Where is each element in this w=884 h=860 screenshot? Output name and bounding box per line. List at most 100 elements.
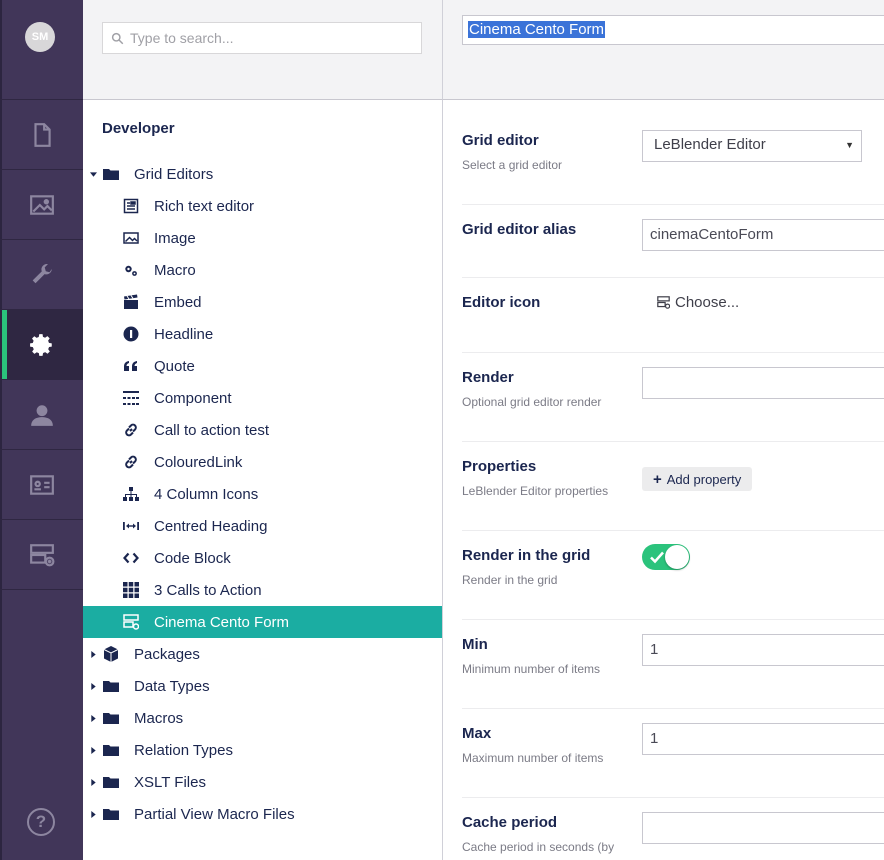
component-icon: [122, 389, 140, 407]
tree-item-label: Embed: [154, 293, 202, 311]
folder-icon: [102, 165, 120, 183]
rte-icon: [122, 197, 140, 215]
alias-input[interactable]: cinemaCentoForm: [642, 219, 884, 251]
avatar[interactable]: SM: [25, 22, 55, 52]
prop-cache-period: Cache period Cache period in seconds (by: [462, 812, 884, 860]
tree-item-cinema-cento-form[interactable]: Cinema Cento Form: [83, 606, 442, 638]
tree-item-label: Component: [154, 389, 232, 407]
section-settings[interactable]: [0, 240, 83, 309]
max-input[interactable]: 1: [642, 723, 884, 755]
tree-node-label: Data Types: [134, 677, 210, 695]
folder-icon: [102, 709, 120, 727]
help-button[interactable]: ?: [27, 808, 55, 836]
clapper-icon: [122, 293, 140, 311]
tree-node-label: Partial View Macro Files: [134, 805, 295, 823]
prop-min: Min Minimum number of items 1: [462, 634, 884, 709]
add-property-button[interactable]: + Add property: [642, 467, 753, 491]
input-value: cinemaCentoForm: [650, 226, 774, 243]
caret-right-icon[interactable]: [89, 810, 97, 818]
id-card-icon: [29, 474, 54, 495]
user-icon: [30, 404, 53, 426]
chevron-down-icon: ▼: [845, 140, 854, 150]
prop-label: Properties: [462, 458, 537, 475]
section-developer[interactable]: [0, 310, 83, 379]
tree-node-macros[interactable]: Macros: [83, 702, 442, 734]
cogs-icon: [122, 261, 140, 279]
section-users[interactable]: [0, 380, 83, 449]
width-icon: [122, 517, 140, 535]
section-rail: SM ?: [0, 0, 83, 860]
section-members[interactable]: [0, 450, 83, 519]
render-input[interactable]: [642, 367, 884, 399]
prop-grid-editor: Grid editor Select a grid editor LeBlend…: [462, 130, 884, 205]
tree-item-label: Quote: [154, 357, 195, 375]
tree-item-colouredlink[interactable]: ColouredLink: [83, 446, 442, 478]
section-forms[interactable]: [0, 520, 83, 589]
tree-node-xslt-files[interactable]: XSLT Files: [83, 766, 442, 798]
cache-period-input[interactable]: [642, 812, 884, 844]
tree-node-label: Grid Editors: [134, 165, 214, 183]
prop-description: LeBlender Editor properties: [462, 484, 609, 498]
search-input[interactable]: Type to search...: [102, 22, 422, 54]
tree-node-grid-editors[interactable]: Grid Editors: [83, 158, 442, 190]
select-value: LeBlender Editor: [654, 136, 766, 153]
tree-item-image[interactable]: Image: [83, 222, 442, 254]
caret-right-icon[interactable]: [89, 778, 97, 786]
sitemap-icon: [122, 485, 140, 503]
tree-item-label: 4 Column Icons: [154, 485, 259, 503]
prop-description: Render in the grid: [462, 573, 558, 587]
caret-right-icon[interactable]: [89, 714, 97, 722]
tree-item-quote[interactable]: Quote: [83, 350, 442, 382]
wrench-icon: [32, 263, 52, 283]
choose-icon-button[interactable]: Choose...: [657, 294, 739, 311]
min-input[interactable]: 1: [642, 634, 884, 666]
tree-item-embed[interactable]: Embed: [83, 286, 442, 318]
prop-description: Select a grid editor: [462, 158, 563, 172]
tree-item-macro[interactable]: Macro: [83, 254, 442, 286]
prop-label: Cache period: [462, 814, 558, 831]
prop-label: Grid editor: [462, 132, 539, 149]
caret-down-icon[interactable]: [89, 170, 97, 178]
tree-item-3-calls-to-action[interactable]: 3 Calls to Action: [83, 574, 442, 606]
quote-icon: [122, 357, 140, 375]
tree-item-code-block[interactable]: Code Block: [83, 542, 442, 574]
tree-item-label: Image: [154, 229, 196, 247]
caret-right-icon[interactable]: [89, 682, 97, 690]
caret-right-icon[interactable]: [89, 650, 97, 658]
tree-node-relation-types[interactable]: Relation Types: [83, 734, 442, 766]
tree-node-data-types[interactable]: Data Types: [83, 670, 442, 702]
folder-icon: [102, 677, 120, 695]
tree-item-component[interactable]: Component: [83, 382, 442, 414]
prop-description: Minimum number of items: [462, 662, 601, 676]
editor-panel: Grid editor Select a grid editor LeBlend…: [443, 100, 884, 860]
plus-icon: +: [653, 470, 662, 488]
grid-editor-select[interactable]: LeBlender Editor ▼: [642, 130, 862, 162]
tree-root-developer[interactable]: Developer: [102, 120, 175, 137]
input-value: 1: [650, 730, 659, 747]
tree-item-headline[interactable]: Headline: [83, 318, 442, 350]
developer-tree: Developer Grid Editors Rich text editor …: [83, 100, 443, 860]
prop-label: Grid editor alias: [462, 221, 577, 238]
tree-item-call-to-action-test[interactable]: Call to action test: [83, 414, 442, 446]
tree-node-packages[interactable]: Packages: [83, 638, 442, 670]
render-in-grid-toggle[interactable]: [642, 544, 690, 570]
editor-name-input[interactable]: Cinema Cento Form: [462, 15, 884, 45]
image-icon: [29, 194, 54, 215]
tree-item-rich-text-editor[interactable]: Rich text editor: [83, 190, 442, 222]
prop-render-in-grid: Render in the grid Render in the grid: [462, 544, 884, 620]
tree-item-label: Rich text editor: [154, 197, 255, 215]
prop-label: Max: [462, 725, 492, 742]
tree-item-label: 3 Calls to Action: [154, 581, 262, 599]
info-circle-icon: [122, 325, 140, 343]
section-media[interactable]: [0, 170, 83, 239]
prop-editor-icon: Editor icon Choose...: [462, 294, 884, 353]
prop-label: Editor icon: [462, 294, 541, 311]
prop-properties: Properties LeBlender Editor properties +…: [462, 458, 884, 531]
tree-item-4-column-icons[interactable]: 4 Column Icons: [83, 478, 442, 510]
section-content[interactable]: [0, 100, 83, 169]
tree-node-label: XSLT Files: [134, 773, 206, 791]
tree-node-partial-view-macro-files[interactable]: Partial View Macro Files: [83, 798, 442, 830]
folder-icon: [102, 773, 120, 791]
caret-right-icon[interactable]: [89, 746, 97, 754]
tree-item-centred-heading[interactable]: Centred Heading: [83, 510, 442, 542]
